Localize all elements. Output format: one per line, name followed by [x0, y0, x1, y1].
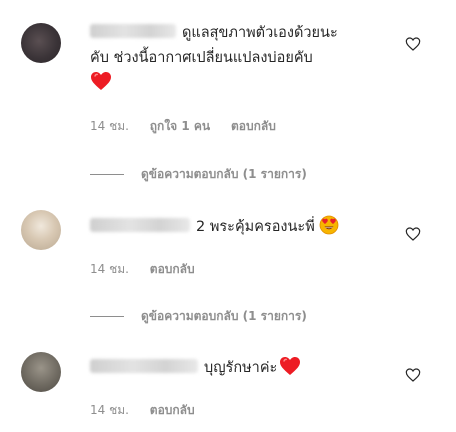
avatar[interactable] — [21, 210, 61, 250]
red-heart-emoji — [90, 71, 112, 100]
divider-line — [90, 174, 124, 175]
like-heart-icon[interactable] — [405, 226, 421, 242]
heart-eyes-emoji — [319, 215, 339, 244]
comment-text: 2 พระคุ้มครองนะพี่ — [90, 215, 390, 244]
reply-button[interactable]: ตอบกลับ — [150, 262, 195, 276]
likes-count[interactable]: ถูกใจ 1 คน — [150, 119, 210, 133]
divider-line — [90, 316, 124, 317]
like-heart-icon[interactable] — [405, 367, 421, 383]
username-blurred[interactable] — [90, 218, 190, 232]
comment-text: ดูแลสุขภาพตัวเองด้วยนะ คับ ช่วงนี้อากาศเ… — [90, 21, 390, 100]
reply-button[interactable]: ตอบกลับ — [150, 403, 195, 417]
like-heart-icon[interactable] — [405, 36, 421, 52]
timestamp: 14 ชม. — [90, 403, 129, 417]
view-replies-button[interactable]: ดูข้อความตอบกลับ (1 รายการ) — [90, 307, 307, 326]
timestamp: 14 ชม. — [90, 262, 129, 276]
view-replies-button[interactable]: ดูข้อความตอบกลับ (1 รายการ) — [90, 165, 307, 184]
username-blurred[interactable] — [90, 359, 198, 373]
comment-meta: 14 ชม. ตอบกลับ — [90, 401, 195, 420]
username-blurred[interactable] — [90, 24, 176, 38]
avatar[interactable] — [21, 352, 61, 392]
comment-meta: 14 ชม. ตอบกลับ — [90, 260, 195, 279]
comment-text: บุญรักษาค่ะ — [90, 356, 390, 385]
avatar[interactable] — [21, 23, 61, 63]
comment-meta: 14 ชม. ถูกใจ 1 คน ตอบกลับ — [90, 117, 276, 136]
reply-button[interactable]: ตอบกลับ — [231, 119, 276, 133]
timestamp: 14 ชม. — [90, 119, 129, 133]
red-heart-emoji — [279, 356, 301, 385]
